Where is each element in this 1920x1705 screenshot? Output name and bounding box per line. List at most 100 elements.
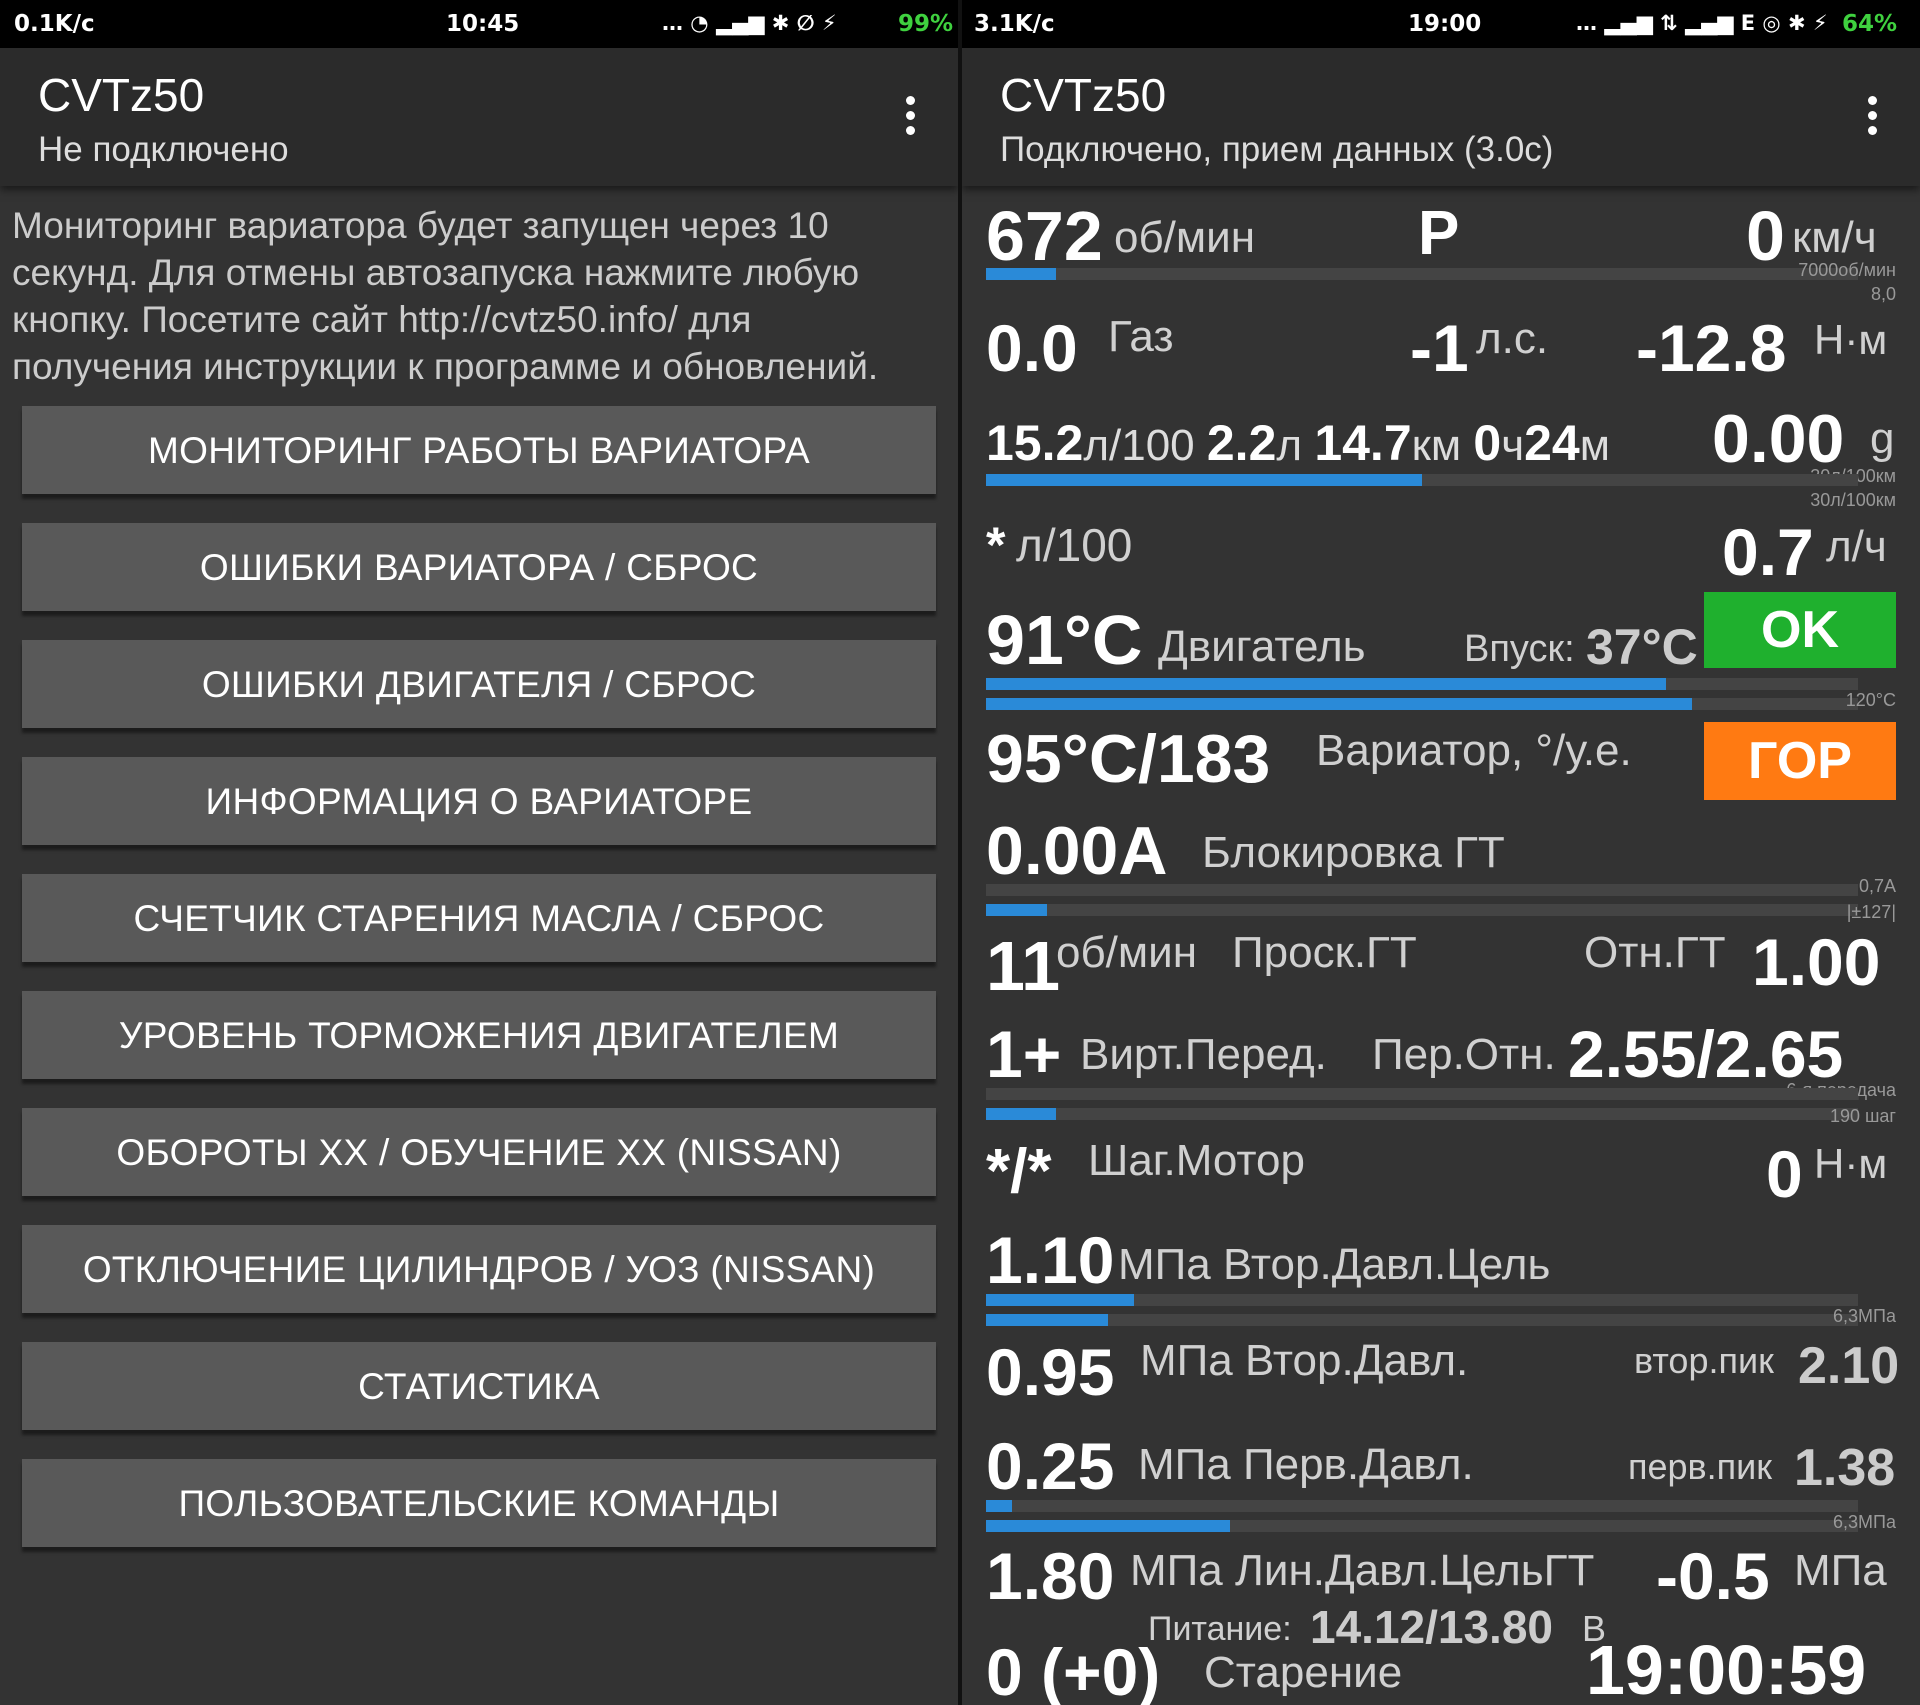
- lockup-current-value: 0.00A: [986, 813, 1168, 889]
- sec-target-label: МПа Втор.Давл.Цель: [1118, 1240, 1550, 1290]
- pri-pressure-text: Перв.Давл.: [1242, 1440, 1474, 1489]
- pri-pressure-bar-upper: [986, 1500, 1858, 1512]
- engine-temp-value: 91°C: [986, 601, 1143, 679]
- duration-minutes-unit: м: [1579, 421, 1610, 470]
- pri-peak-value: 1.38: [1794, 1439, 1896, 1497]
- accel-scale: 8,0: [1870, 284, 1896, 304]
- status-time: 19:00: [1408, 11, 1482, 37]
- trip-stats: 15.2л/100 2.2л 14.7км 0ч24м: [986, 414, 1610, 472]
- gas-value: 0.0: [986, 311, 1078, 385]
- sec-pressure-unit: МПа: [1140, 1336, 1233, 1385]
- sec-pressure-label: МПа Втор.Давл.: [1140, 1336, 1468, 1386]
- fuel-avg-value: 15.2: [986, 415, 1084, 471]
- virtual-gear-value: 1+: [986, 1017, 1062, 1091]
- gas-label: Газ: [1108, 312, 1174, 361]
- stepper-label: Шаг.Мотор: [1088, 1136, 1305, 1185]
- engine-temp-label: Двигатель: [1158, 622, 1366, 671]
- line-delta-unit: МПа: [1794, 1546, 1887, 1595]
- lockup-bar-lower: [986, 904, 1858, 916]
- app-bar: CVTz50 Подключено, прием данных (3.0с): [962, 48, 1920, 186]
- stepper-torque-unit: Н·м: [1814, 1140, 1888, 1187]
- line-target-text: Лин.Давл.ЦельГТ: [1234, 1546, 1595, 1595]
- fuel-bar-fill: [986, 474, 1422, 486]
- engine-braking-level-button[interactable]: УРОВЕНЬ ТОРМОЖЕНИЯ ДВИГАТЕЛЕМ: [22, 991, 936, 1079]
- notice-line: Мониторинг вариатора будет запущен через…: [12, 205, 829, 246]
- gear-ratio-label: Пер.Отн.: [1372, 1030, 1556, 1079]
- status-bar: 3.1K/c 19:00 … ▂▄▆ ⇅ ▂▄▆ E ◎ ✱ ⚡ 64%: [962, 0, 1920, 48]
- cvt-errors-reset-button[interactable]: ОШИБКИ ВАРИАТОРА / СБРОС: [22, 523, 936, 611]
- overflow-menu-icon[interactable]: [1868, 96, 1878, 141]
- cvt-monitoring-button[interactable]: МОНИТОРИНГ РАБОТЫ ВАРИАТОРА: [22, 406, 936, 494]
- rpm-value: 672: [986, 197, 1103, 275]
- cvt-info-button[interactable]: ИНФОРМАЦИЯ О ВАРИАТОРЕ: [22, 757, 936, 845]
- notice-line: кнопку. Посетите сайт http://cvtz50.info…: [12, 299, 752, 340]
- sec-target-value: 1.10: [986, 1223, 1115, 1297]
- speed-unit: км/ч: [1792, 213, 1877, 262]
- pri-pressure-bar-upper-fill: [986, 1500, 1013, 1512]
- lockup-scale-upper: 0,7A: [1858, 876, 1896, 896]
- overflow-menu-icon[interactable]: [906, 96, 916, 141]
- fuel-avg-unit: л/100: [1083, 421, 1195, 470]
- fuel-hour-unit: л/ч: [1826, 522, 1887, 571]
- fuel-scale-lower: 30л/100км: [1810, 490, 1896, 510]
- sec-pressure-text: Втор.Давл.: [1244, 1336, 1469, 1385]
- notice-line: секунд. Для отмены автозапуска нажмите л…: [12, 252, 860, 293]
- aging-value: 0 (+0): [986, 1635, 1161, 1705]
- app-title: CVTz50: [1000, 69, 1167, 121]
- engine-temp-scale: 120°C: [1845, 690, 1896, 710]
- statistics-button[interactable]: СТАТИСТИКА: [22, 1342, 936, 1430]
- gear-bar-lower-fill: [986, 1108, 1056, 1120]
- cvt-temp-label: Вариатор, °/у.е.: [1316, 726, 1632, 775]
- duration-hours-unit: ч: [1501, 421, 1525, 470]
- sec-pressure-bar-upper-fill: [986, 1294, 1135, 1306]
- distance-unit: км: [1411, 421, 1462, 470]
- left-screen: 0.1K/c 10:45 … ◔ ▂▄▆ ✱ ∅ ⚡ 99% CVTz50 Не…: [0, 0, 958, 1705]
- power-value: 14.12/13.80: [1310, 1601, 1554, 1653]
- line-target-value: 1.80: [986, 1539, 1115, 1613]
- rpm-scale: 7000об/мин: [1798, 260, 1896, 280]
- g-force-unit: g: [1870, 414, 1895, 463]
- oil-aging-counter-button[interactable]: СЧЕТЧИК СТАРЕНИЯ МАСЛА / СБРОС: [22, 874, 936, 962]
- gear-bar-lower: [986, 1108, 1858, 1120]
- line-delta-value: -0.5: [1656, 1539, 1770, 1613]
- cylinder-cutoff-button[interactable]: ОТКЛЮЧЕНИЕ ЦИЛИНДРОВ / УОЗ (NISSAN): [22, 1225, 936, 1313]
- fuel-bar: [986, 474, 1858, 486]
- sec-pressure-value: 0.95: [986, 1335, 1115, 1409]
- lockup-bar-upper: [986, 884, 1858, 896]
- line-target-unit: МПа: [1130, 1546, 1223, 1595]
- pri-pressure-scale: 6,3МПа: [1833, 1512, 1896, 1532]
- status-icons: … ▂▄▆ ⇅ ▂▄▆ E ◎ ✱ ⚡: [1576, 11, 1828, 35]
- custom-commands-button[interactable]: ПОЛЬЗОВАТЕЛЬСКИЕ КОМАНДЫ: [22, 1459, 936, 1547]
- rpm-bar-fill: [986, 268, 1056, 280]
- idle-rpm-learning-button[interactable]: ОБОРОТЫ ХХ / ОБУЧЕНИЕ ХХ (NISSAN): [22, 1108, 936, 1196]
- sec-target-unit: МПа: [1118, 1240, 1211, 1289]
- network-speed: 0.1K/c: [14, 11, 95, 37]
- engine-temp-status-badge: OK: [1704, 592, 1896, 668]
- engine-temp-bar-upper-fill: [986, 678, 1667, 690]
- power-label: Питание:: [1148, 1610, 1292, 1648]
- engine-temp-bar-lower: [986, 698, 1858, 710]
- torque-unit: Н·м: [1814, 316, 1888, 363]
- lockup-label: Блокировка ГТ: [1202, 828, 1505, 877]
- screenshot-collage: 0.1K/c 10:45 … ◔ ▂▄▆ ✱ ∅ ⚡ 99% CVTz50 Не…: [0, 0, 1920, 1705]
- aging-label: Старение: [1204, 1648, 1403, 1697]
- clock: 19:00:59: [1586, 1631, 1867, 1705]
- intake-label: Впуск:: [1464, 628, 1575, 670]
- rpm-bar: [986, 268, 1858, 280]
- cvt-temp-value: 95°C/183: [986, 721, 1271, 797]
- fuel-instant-value: *: [986, 517, 1006, 573]
- gear-indicator: P: [1418, 199, 1460, 268]
- engine-errors-reset-button[interactable]: ОШИБКИ ДВИГАТЕЛЯ / СБРОС: [22, 640, 936, 728]
- pri-pressure-bar-lower: [986, 1520, 1858, 1532]
- duration-hours: 0: [1473, 415, 1502, 471]
- fuel-hour-value: 0.7: [1722, 515, 1814, 589]
- fuel-used-unit: л: [1276, 421, 1303, 470]
- stepper-value: */*: [986, 1137, 1052, 1206]
- duration-minutes: 24: [1524, 415, 1580, 471]
- pri-pressure-label: МПа Перв.Давл.: [1138, 1440, 1474, 1490]
- sec-pressure-scale: 6,3МПа: [1833, 1306, 1896, 1326]
- right-screen: 3.1K/c 19:00 … ▂▄▆ ⇅ ▂▄▆ E ◎ ✱ ⚡ 64% CVT…: [962, 0, 1920, 1705]
- status-icons: … ◔ ▂▄▆ ✱ ∅ ⚡: [662, 11, 837, 35]
- tc-ratio-value: 1.00: [1752, 925, 1881, 999]
- app-bar: CVTz50 Не подключено: [0, 48, 958, 186]
